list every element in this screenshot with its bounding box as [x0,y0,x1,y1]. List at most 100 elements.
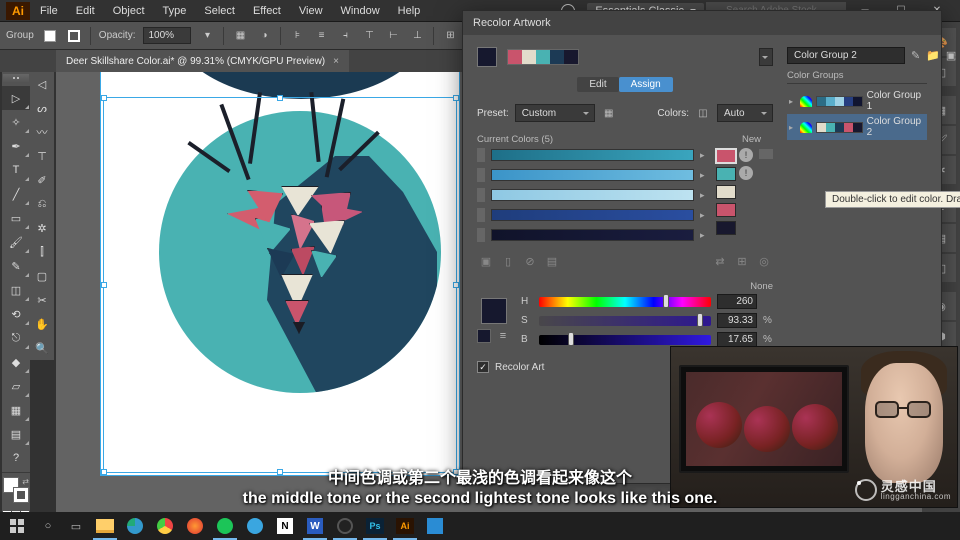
slice-tool[interactable]: ✂ [30,288,54,312]
color-group-name-input[interactable] [787,47,905,64]
gradient-tool[interactable]: ▤ [2,422,30,446]
eyedropper-tool[interactable]: ✐ [30,168,54,192]
stroke-swatch-icon[interactable] [66,28,82,44]
colors-dropdown[interactable]: Auto [717,104,773,122]
taskbar-app-photoshop[interactable]: Ps [360,512,390,540]
perspective-tool[interactable]: ▱ [2,374,30,398]
tab-edit[interactable]: Edit [577,77,618,92]
hue-input[interactable] [717,294,757,309]
new-color-swatch[interactable] [716,167,736,181]
color-group-row[interactable]: ▸Color Group 2 [787,114,927,140]
bbox-handle[interactable] [277,469,283,475]
taskbar-app-notion[interactable]: N [270,512,300,540]
random-sat-icon[interactable]: ⊞ [733,253,751,269]
color-row[interactable]: ▸ [477,167,710,183]
transform-icon[interactable]: ⊞ [442,28,458,44]
hsb-color-swatch[interactable] [481,298,507,324]
hue-slider[interactable] [539,297,711,307]
bbox-handle[interactable] [101,95,107,101]
menu-edit[interactable]: Edit [68,3,103,19]
menu-object[interactable]: Object [105,3,153,19]
menu-help[interactable]: Help [390,3,429,19]
paintbrush-tool[interactable]: 🖌 [2,230,30,254]
taskbar-app-obs[interactable] [330,512,360,540]
align-bottom-icon[interactable]: ⊥ [409,28,425,44]
sat-slider[interactable] [539,316,711,326]
artboard[interactable] [100,72,460,476]
fill-stroke-control[interactable]: ⇄ [3,477,29,507]
current-color-bar[interactable] [491,189,694,201]
width-tool[interactable]: ⎋ [2,326,30,350]
taskbar-app-firefox[interactable] [180,512,210,540]
task-view-icon[interactable]: ▭ [62,512,90,540]
get-colors-icon[interactable]: ✎ [911,48,920,64]
direct-selection-tool[interactable]: ◁ [30,72,54,96]
eraser-tool[interactable]: ◫ [2,278,30,302]
new-group-icon[interactable]: ▣ [946,48,956,64]
magic-wand-tool[interactable]: ✧ [2,110,30,134]
column-graph-tool[interactable]: ⫿ [30,240,54,264]
recolor-icon[interactable]: ◑ [256,28,272,44]
taskbar-app-vscode[interactable] [420,512,450,540]
new-color-swatch[interactable] [716,203,736,217]
align-right-icon[interactable]: ⫞ [337,28,353,44]
align-middle-icon[interactable]: ⊢ [385,28,401,44]
row-handle[interactable] [477,188,485,202]
color-row[interactable]: ▸ [477,187,710,203]
row-handle[interactable] [477,208,485,222]
bright-slider[interactable] [539,335,711,345]
rotate-tool[interactable]: ⟲ [2,302,30,326]
toolbox-expand[interactable] [3,74,29,82]
row-handle[interactable] [477,228,485,242]
active-group-swatches[interactable] [507,49,579,65]
bbox-handle[interactable] [101,469,107,475]
color-row[interactable]: ▸ [477,207,710,223]
pen-tool[interactable]: ✒ [2,134,30,158]
new-color-swatch[interactable] [716,149,736,163]
new-color-swatch[interactable] [716,185,736,199]
bbox-handle[interactable] [453,469,459,475]
exclude-color-icon[interactable]: ⊘ [521,253,539,269]
document-tab[interactable]: Deer Skillshare Color.ai* @ 99.31% (CMYK… [56,50,349,72]
separate-color-icon[interactable]: ▯ [499,253,517,269]
color-group-row[interactable]: ▸Color Group 1 [787,88,927,114]
selection-tool[interactable]: ▷ [2,86,30,110]
menu-type[interactable]: Type [155,3,195,19]
taskbar-app-chrome[interactable] [150,512,180,540]
curvature-tool[interactable]: 〰 [30,120,54,144]
taskbar-app-explorer[interactable] [90,512,120,540]
mesh-tool[interactable]: ▦ [2,398,30,422]
help-tool[interactable]: ? [2,446,30,470]
tab-assign[interactable]: Assign [619,77,673,92]
close-tab-icon[interactable]: × [333,56,339,67]
current-color-bar[interactable] [491,229,694,241]
current-color-bar[interactable] [491,169,694,181]
random-order-icon[interactable]: ⇄ [711,253,729,269]
preset-dropdown[interactable]: Custom [515,104,595,122]
merge-color-icon[interactable]: ▣ [477,253,495,269]
menu-view[interactable]: View [291,3,331,19]
bbox-handle[interactable] [101,282,107,288]
chevron-down-icon[interactable]: ▾ [199,28,215,44]
opacity-input[interactable] [143,27,191,44]
align-center-icon[interactable]: ≡ [313,28,329,44]
bbox-handle[interactable] [453,95,459,101]
graphic-style-icon[interactable]: ▦ [232,28,248,44]
artboard-tool[interactable]: ▢ [30,264,54,288]
menu-window[interactable]: Window [333,3,388,19]
swap-fill-stroke-icon[interactable]: ⇄ [22,477,29,486]
blend-tool[interactable]: ⎌ [30,192,54,216]
bbox-handle[interactable] [453,282,459,288]
new-row-icon[interactable]: ▤ [543,253,561,269]
preset-limit-icon[interactable]: ▦ [601,105,617,121]
shape-builder-tool[interactable]: ◆ [2,350,30,374]
scroll-up-icon[interactable] [759,149,773,159]
color-row[interactable]: ▸ [477,147,710,163]
start-button[interactable] [0,519,34,533]
touch-type-tool[interactable]: ⊤ [30,144,54,168]
symbol-sprayer-tool[interactable]: ✲ [30,216,54,240]
lasso-tool[interactable]: ᔕ [30,96,54,120]
current-color-bar[interactable] [491,149,694,161]
menu-select[interactable]: Select [196,3,243,19]
menu-effect[interactable]: Effect [245,3,289,19]
